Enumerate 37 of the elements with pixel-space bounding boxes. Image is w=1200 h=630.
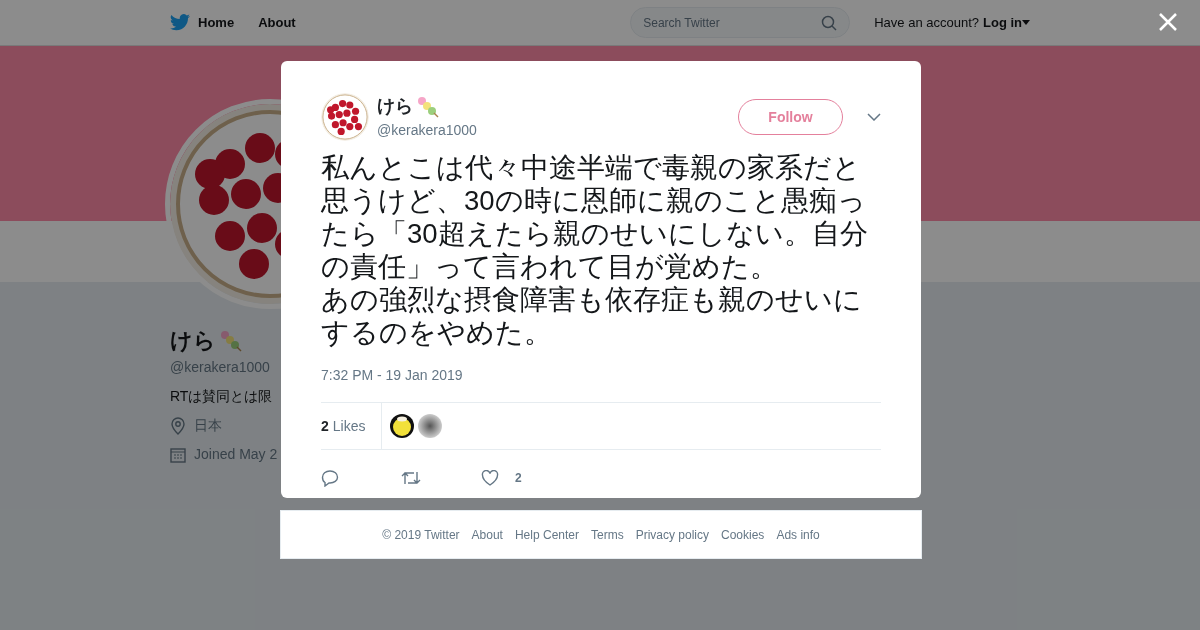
chevron-down-icon[interactable]	[867, 113, 881, 121]
location-pin-icon	[170, 416, 186, 435]
heart-icon[interactable]	[481, 470, 499, 486]
calendar-icon	[170, 446, 186, 463]
dango-icon	[220, 329, 242, 352]
footer-link[interactable]: About	[471, 525, 503, 544]
tweet-text: 私んとこは代々中途半端で毒親の家系だと思うけど、30の時に恩師に親のこと愚痴ったら「30超えたら親のせいにしない。自分の責任」って言われて目が覚めた。	[321, 151, 869, 283]
nav-link[interactable]: About	[258, 12, 296, 33]
retweet-icon[interactable]	[401, 470, 421, 486]
search-icon	[821, 14, 838, 31]
tweet-timestamp[interactable]: 7:32 PM - 19 Jan 2019	[321, 365, 881, 386]
profile-name: けら	[170, 327, 216, 355]
profile-location: 日本	[194, 416, 222, 435]
author-handle[interactable]: @kerakera1000	[377, 120, 738, 141]
profile-handle: @kerakera1000	[170, 358, 270, 377]
tweet-text: あの強烈な摂食障害も依存症も親のせいにするのをやめた。	[321, 283, 863, 349]
likes-count[interactable]: 2 Likes	[321, 403, 383, 449]
footer-link[interactable]: Help Center	[514, 525, 579, 544]
footer-link[interactable]: Ads info	[776, 525, 820, 544]
account-prompt: Have an account?	[874, 13, 979, 32]
footer-link[interactable]: Cookies	[721, 525, 765, 544]
close-icon[interactable]	[1158, 12, 1178, 32]
search-field[interactable]: Search Twitter	[630, 7, 851, 38]
footer-link[interactable]: Privacy policy	[635, 525, 709, 544]
nav-link[interactable]: Home	[170, 12, 235, 33]
dango-icon	[417, 95, 439, 118]
follow-button[interactable]: Follow	[738, 99, 843, 135]
profile-bio: RTは賛同とは限	[170, 387, 273, 406]
bird-icon	[170, 14, 190, 31]
login-link[interactable]: Log in	[983, 12, 1030, 33]
like-count: 2	[515, 470, 522, 487]
author-name[interactable]: けら	[377, 93, 413, 120]
caret-icon	[1022, 20, 1030, 25]
copyright-text: © 2019 Twitter	[382, 526, 460, 544]
footer-link[interactable]: Terms	[591, 525, 624, 544]
reply-icon[interactable]	[321, 469, 339, 487]
profile-joined-date: Joined May 2	[194, 445, 278, 464]
